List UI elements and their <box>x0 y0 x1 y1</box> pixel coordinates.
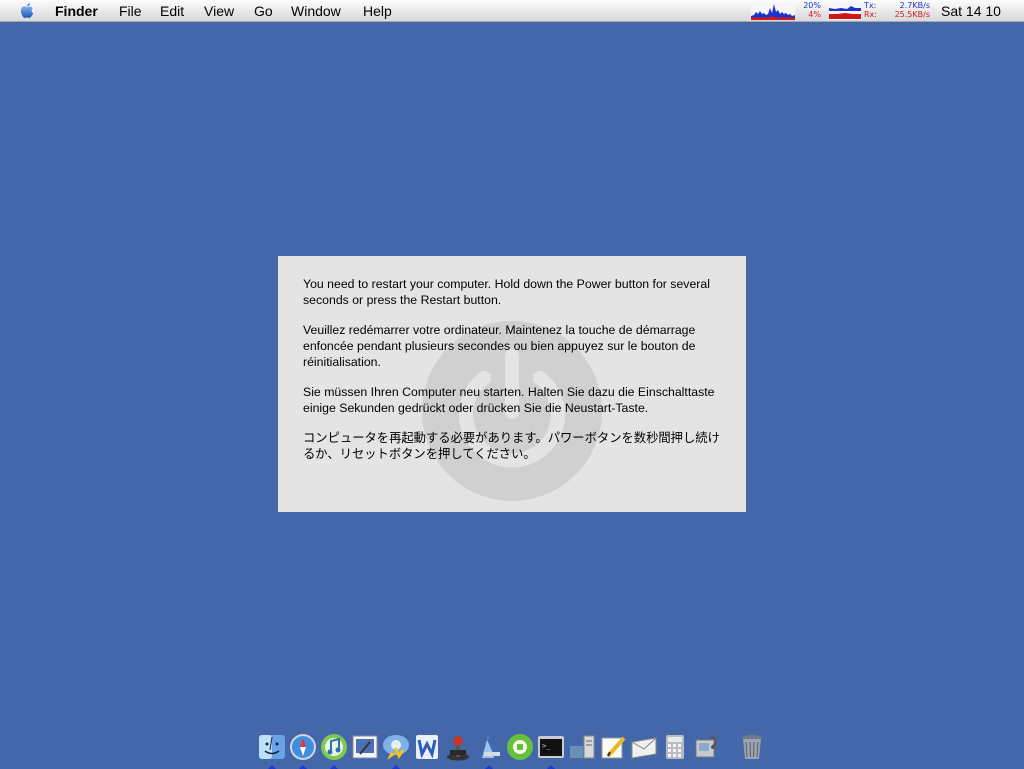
tx-label: Tx: <box>864 1 877 10</box>
menu-finder[interactable]: Finder <box>55 3 98 19</box>
running-indicator <box>268 765 276 769</box>
server-icon[interactable] <box>567 732 597 762</box>
rx-value: 25.5KB/s <box>894 10 930 19</box>
menu-help[interactable]: Help <box>363 3 392 19</box>
joystick-icon[interactable] <box>443 732 473 762</box>
running-indicator <box>330 765 338 769</box>
mail-icon[interactable] <box>629 732 659 762</box>
svg-text:>_: >_ <box>542 742 551 750</box>
message-english: You need to restart your computer. Hold … <box>303 277 710 307</box>
menu-view[interactable]: View <box>204 3 234 19</box>
menu-bar: Finder File Edit View Go Window Help 20%… <box>0 0 1024 22</box>
restart-panel: You need to restart your computer. Hold … <box>278 256 746 512</box>
cpu-graph-icon[interactable] <box>751 2 795 20</box>
word-icon[interactable] <box>412 732 442 762</box>
menu-file[interactable]: File <box>119 3 142 19</box>
terminal-icon[interactable]: >_ <box>536 732 566 762</box>
itunes-icon[interactable] <box>319 732 349 762</box>
menu-edit[interactable]: Edit <box>160 3 184 19</box>
xcode-icon[interactable] <box>474 732 504 762</box>
green-app-icon[interactable] <box>505 732 535 762</box>
running-indicator <box>392 765 400 769</box>
network-labels: Tx: Rx: <box>864 1 877 19</box>
message-japanese: コンピュータを再起動する必要があります。パワーボタンを数秒間押し続けるか、リセッ… <box>303 431 720 461</box>
message-french: Veuillez redémarrer votre ordinateur. Ma… <box>303 323 696 369</box>
safari-icon[interactable] <box>288 732 318 762</box>
running-indicator <box>485 765 493 769</box>
cpu-system-value: 4% <box>808 10 821 19</box>
cpu-readout: 20% 4% <box>797 1 821 19</box>
cpu-user-value: 20% <box>803 1 821 10</box>
message-german: Sie müssen Ihren Computer neu starten. H… <box>303 385 715 415</box>
trash-icon[interactable] <box>737 732 767 762</box>
finder-icon[interactable] <box>257 732 287 762</box>
menu-clock[interactable]: Sat 14 10 <box>941 3 1001 19</box>
running-indicator <box>547 765 555 769</box>
apple-logo-icon[interactable] <box>18 2 36 20</box>
system-profiler-icon[interactable] <box>691 732 721 762</box>
preview-icon[interactable] <box>350 732 380 762</box>
rx-label: Rx: <box>864 10 877 19</box>
calculator-icon[interactable] <box>660 732 690 762</box>
menu-go[interactable]: Go <box>254 3 273 19</box>
running-indicator <box>299 765 307 769</box>
tx-value: 2.7KB/s <box>899 1 930 10</box>
network-graph-icon[interactable] <box>829 2 861 20</box>
text-editor-icon[interactable] <box>598 732 628 762</box>
ichat-icon[interactable] <box>381 732 411 762</box>
menu-window[interactable]: Window <box>291 3 341 19</box>
dock: >_ <box>255 730 775 769</box>
network-values: 2.7KB/s 25.5KB/s <box>880 1 930 19</box>
